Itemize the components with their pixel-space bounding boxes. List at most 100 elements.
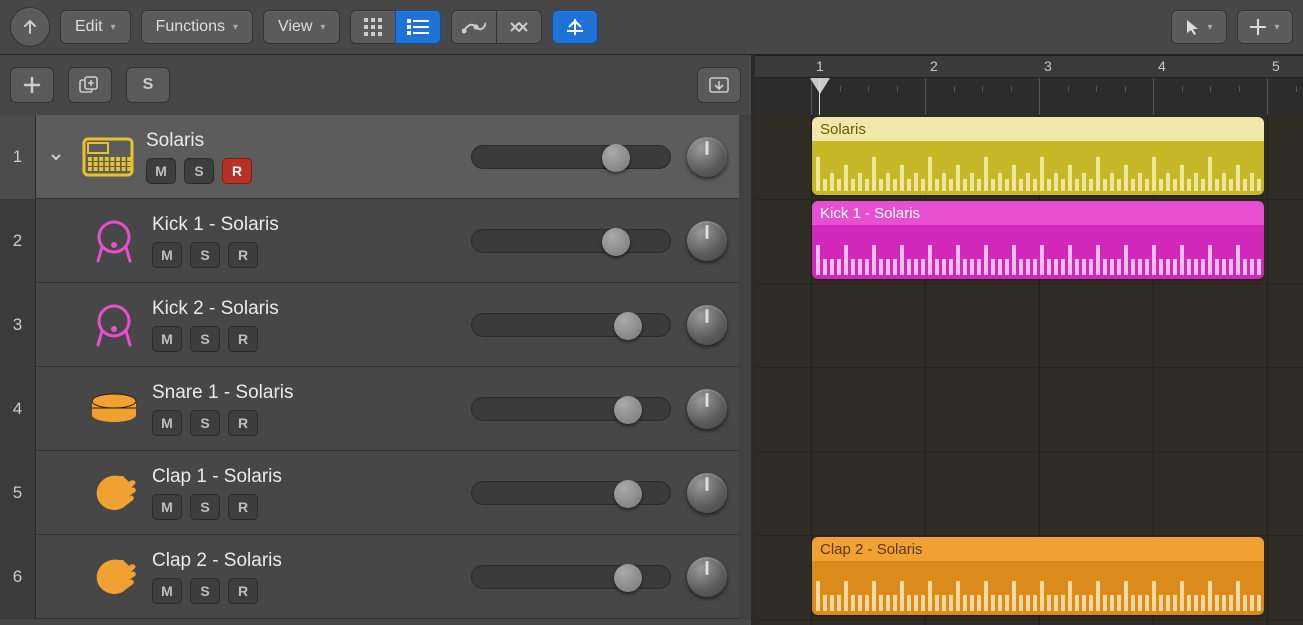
plus-icon (23, 76, 41, 94)
grid-icon (363, 17, 383, 37)
top-toolbar: Edit ▾ Functions ▾ View ▾ (0, 0, 1303, 55)
row-divider (739, 283, 751, 367)
view-menu-label: View (278, 18, 312, 36)
track-header[interactable]: Clap 1 - Solaris M S R (36, 451, 739, 535)
mute-button[interactable]: M (152, 410, 182, 436)
track-header[interactable]: Kick 2 - Solaris M S R (36, 283, 739, 367)
view-menu[interactable]: View ▾ (263, 10, 340, 44)
slider-thumb[interactable] (614, 480, 642, 508)
slider-thumb[interactable] (614, 564, 642, 592)
track-name-label: Clap 1 - Solaris (152, 466, 372, 488)
alt-tool-menu[interactable]: ▾ (1237, 10, 1293, 44)
region[interactable]: Kick 1 - Solaris (812, 201, 1264, 279)
pan-knob[interactable] (687, 221, 727, 261)
track-name-label: Kick 2 - Solaris (152, 298, 372, 320)
mute-button[interactable]: M (152, 578, 182, 604)
pointer-icon (1185, 18, 1199, 36)
import-button[interactable] (697, 67, 741, 103)
playhead-marker[interactable] (810, 78, 830, 94)
mute-button[interactable]: M (152, 326, 182, 352)
slider-thumb[interactable] (614, 396, 642, 424)
automation-button[interactable] (451, 10, 497, 44)
mute-button[interactable]: M (152, 242, 182, 268)
catch-playhead-button[interactable] (552, 10, 598, 44)
mute-button[interactable]: M (146, 158, 176, 184)
volume-slider[interactable] (471, 481, 671, 505)
track-icon (86, 549, 142, 605)
track-row[interactable]: 4 Snare 1 - Solaris M S R (0, 367, 751, 451)
slider-thumb[interactable] (602, 228, 630, 256)
add-track-button[interactable] (10, 67, 54, 103)
track-row[interactable]: 3 Kick 2 - Solaris M S R (0, 283, 751, 367)
solo-button[interactable]: S (190, 578, 220, 604)
track-header[interactable]: Solaris M S R (36, 115, 739, 199)
track-row[interactable]: 6 Clap 2 - Solaris M S R (0, 535, 751, 619)
arrange-area[interactable]: Solaris Kick 1 - Solaris Clap 2 - Solaris (755, 115, 1303, 625)
grid-view-button[interactable] (350, 10, 396, 44)
pan-knob[interactable] (687, 389, 727, 429)
volume-slider[interactable] (471, 397, 671, 421)
volume-slider[interactable] (471, 313, 671, 337)
solo-button[interactable]: S (190, 242, 220, 268)
disclosure-toggle[interactable] (42, 150, 70, 164)
region[interactable]: Solaris (812, 117, 1264, 195)
track-number: 6 (0, 535, 36, 619)
track-number: 5 (0, 451, 36, 535)
track-row[interactable]: 2 Kick 1 - Solaris M S R (0, 199, 751, 283)
solo-button[interactable]: S (184, 158, 214, 184)
track-info: Kick 2 - Solaris M S R (152, 298, 372, 352)
track-name-label: Clap 2 - Solaris (152, 550, 372, 572)
volume-slider[interactable] (471, 565, 671, 589)
record-enable-button[interactable]: R (228, 578, 258, 604)
slider-thumb[interactable] (614, 312, 642, 340)
track-info: Snare 1 - Solaris M S R (152, 382, 372, 436)
solo-button[interactable]: S (190, 494, 220, 520)
record-enable-button[interactable]: R (228, 242, 258, 268)
solo-button[interactable]: S (190, 410, 220, 436)
row-divider (739, 115, 751, 199)
slider-thumb[interactable] (602, 144, 630, 172)
track-icon (86, 297, 142, 353)
cycle-strip[interactable] (755, 56, 1303, 78)
track-header[interactable]: Kick 1 - Solaris M S R (36, 199, 739, 283)
solo-button[interactable]: S (190, 326, 220, 352)
pan-knob[interactable] (687, 305, 727, 345)
flex-button[interactable] (496, 10, 542, 44)
edit-menu[interactable]: Edit ▾ (60, 10, 131, 44)
volume-slider[interactable] (471, 229, 671, 253)
volume-slider[interactable] (471, 145, 671, 169)
track-row[interactable]: 1 Solaris M S R (0, 115, 751, 199)
global-solo-button[interactable]: S (126, 67, 170, 103)
track-controls (471, 557, 727, 597)
track-header-toolbar: S (0, 55, 755, 115)
row-divider (739, 367, 751, 451)
record-enable-button[interactable]: R (228, 326, 258, 352)
list-view-button[interactable] (395, 10, 441, 44)
hide-editor-button[interactable] (10, 7, 50, 47)
region-notes (812, 561, 1264, 615)
ruler-area[interactable]: 12345 (755, 55, 1303, 115)
pointer-tool-menu[interactable]: ▾ (1171, 10, 1227, 44)
pan-knob[interactable] (687, 557, 727, 597)
track-info: Solaris M S R (146, 130, 366, 184)
display-mode-group (350, 10, 441, 44)
functions-menu[interactable]: Functions ▾ (141, 10, 253, 44)
pan-knob[interactable] (687, 137, 727, 177)
track-header[interactable]: Clap 2 - Solaris M S R (36, 535, 739, 619)
track-header[interactable]: Snare 1 - Solaris M S R (36, 367, 739, 451)
duplicate-track-button[interactable] (68, 67, 112, 103)
bar-ruler[interactable]: 12345 (755, 78, 1303, 115)
track-row[interactable]: 5 Clap 1 - Solaris M S R (0, 451, 751, 535)
region[interactable]: Clap 2 - Solaris (812, 537, 1264, 615)
chevron-down-icon: ▾ (320, 22, 325, 33)
track-controls (471, 473, 727, 513)
record-enable-button[interactable]: R (228, 494, 258, 520)
crosshair-icon (1250, 19, 1266, 35)
track-info: Clap 1 - Solaris M S R (152, 466, 372, 520)
region-name-label: Solaris (812, 117, 1264, 141)
mute-button[interactable]: M (152, 494, 182, 520)
record-enable-button[interactable]: R (222, 158, 252, 184)
pan-knob[interactable] (687, 473, 727, 513)
record-enable-button[interactable]: R (228, 410, 258, 436)
track-icon (86, 213, 142, 269)
